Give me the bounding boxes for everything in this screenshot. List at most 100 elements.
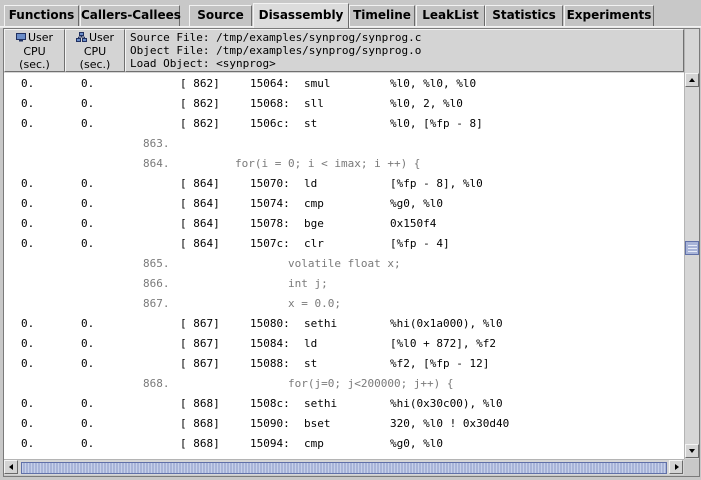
source-line-row[interactable]: 865. volatile float x; [4, 253, 684, 273]
disassembly-panel: User CPU (sec.) User CPU (sec.) Source F… [3, 28, 700, 477]
source-line-ref: [ 867] [180, 337, 220, 350]
opcode: bge [304, 217, 324, 230]
column-line3: (sec.) [79, 58, 111, 71]
disassembly-listing[interactable]: 0. 0. [ 862] 15064: smul %l0, %l0, %l0 0. 0. [ 8… [4, 73, 684, 459]
opcode: ld [304, 337, 318, 350]
operands: %f2, [%fp - 12] [390, 357, 490, 370]
opcode: sll [304, 97, 324, 110]
horizontal-scrollbar[interactable] [4, 459, 684, 475]
exclusive-cpu-value: 0. [21, 217, 35, 230]
inclusive-cpu-value: 0. [81, 177, 95, 190]
exclusive-cpu-value: 0. [21, 77, 35, 90]
opcode: smul [304, 77, 331, 90]
column-line1: User [88, 31, 115, 44]
exclusive-cpu-value: 0. [21, 357, 35, 370]
source-line-ref: [ 868] [180, 437, 220, 450]
column-header-exclusive-user-cpu[interactable]: User CPU (sec.) [4, 29, 65, 72]
instruction-row[interactable]: 0. 0. [ 868] 15094: cmp %g0, %l0 [4, 433, 684, 453]
source-line-row[interactable]: 863. [4, 133, 684, 153]
address: 15064: [250, 77, 290, 90]
address: 15090: [250, 417, 290, 430]
arrow-right-icon [675, 464, 679, 470]
inclusive-cpu-value: 0. [81, 317, 95, 330]
instruction-row[interactable]: 0. 0. [ 862] 1506c: st %l0, [%fp - 8] [4, 113, 684, 133]
source-code: volatile float x; [235, 257, 401, 270]
inclusive-cpu-value: 0. [81, 357, 95, 370]
arrow-up-icon [689, 78, 695, 82]
scroll-down-button[interactable] [685, 444, 699, 458]
source-line-ref: [ 864] [180, 237, 220, 250]
operands: 320, %l0 ! 0x30d40 [390, 417, 510, 430]
column-line1: User [27, 31, 54, 44]
tab-functions[interactable]: Functions [4, 5, 79, 26]
source-info-header[interactable]: Source File: /tmp/examples/synprog/synpr… [125, 29, 684, 72]
instruction-row[interactable]: 0. 0. [ 868] 15090: bset 320, %l0 ! 0x30d40 [4, 413, 684, 433]
instruction-row[interactable]: 0. 0. [ 868] 1508c: sethi %hi(0x30c00), %l0 [4, 393, 684, 413]
column-header-inclusive-user-cpu[interactable]: User CPU (sec.) [65, 29, 125, 72]
instruction-row[interactable]: 0. 0. [ 862] 15068: sll %l0, 2, %l0 [4, 93, 684, 113]
source-line-ref: [ 862] [180, 77, 220, 90]
source-line-row[interactable]: 867. x = 0.0; [4, 293, 684, 313]
source-line-row[interactable]: 864. for(i = 0; i < imax; i ++) { [4, 153, 684, 173]
instruction-row[interactable]: 0. 0. [ 867] 15084: ld [%l0 + 872], %f2 [4, 333, 684, 353]
vertical-scroll-thumb[interactable] [685, 241, 699, 255]
inclusive-cpu-value: 0. [81, 97, 95, 110]
tab-timeline[interactable]: Timeline [349, 5, 415, 26]
address: 1508c: [250, 397, 290, 410]
opcode: sethi [304, 317, 338, 330]
scroll-right-button[interactable] [669, 460, 683, 474]
scroll-up-button[interactable] [685, 73, 699, 87]
tab-source[interactable]: Source [189, 5, 252, 26]
source-line-number: 865. [143, 257, 170, 270]
tab-leaklist[interactable]: LeakList [416, 5, 485, 26]
address: 15080: [250, 317, 290, 330]
source-code: for(j=0; j<200000; j++) { [235, 377, 454, 390]
scroll-left-button[interactable] [4, 460, 18, 474]
exclusive-cpu-value: 0. [21, 97, 35, 110]
source-code: int j; [235, 277, 328, 290]
instruction-row[interactable]: 0. 0. [ 867] 15088: st %f2, [%fp - 12] [4, 353, 684, 373]
source-line-ref: [ 862] [180, 97, 220, 110]
source-line-ref: [ 868] [180, 397, 220, 410]
instruction-row[interactable]: 0. 0. [ 867] 15080: sethi %hi(0x1a000), %l0 [4, 313, 684, 333]
address: 15068: [250, 97, 290, 110]
address: 15088: [250, 357, 290, 370]
source-line-ref: [ 864] [180, 217, 220, 230]
arrow-down-icon [689, 449, 695, 453]
instruction-row[interactable]: 0. 0. [ 864] 15070: ld [%fp - 8], %l0 [4, 173, 684, 193]
source-line-ref: [ 862] [180, 117, 220, 130]
instruction-row[interactable]: 0. 0. [ 864] 15078: bge 0x150f4 [4, 213, 684, 233]
tab-statistics[interactable]: Statistics [485, 5, 563, 26]
operands: [%l0 + 872], %f2 [390, 337, 496, 350]
source-code: for(i = 0; i < imax; i ++) { [235, 157, 421, 170]
source-line-ref: [ 868] [180, 417, 220, 430]
operands: %l0, [%fp - 8] [390, 117, 483, 130]
instruction-row[interactable]: 0. 0. [ 862] 15064: smul %l0, %l0, %l0 [4, 73, 684, 93]
operands: 0x150f4 [390, 217, 437, 230]
horizontal-scroll-thumb[interactable] [21, 462, 667, 474]
tab-disassembly[interactable]: Disassembly [253, 3, 349, 28]
tab-bar: Functions Callers-Callees Source Disassembl… [0, 0, 701, 28]
instruction-row[interactable]: 0. 0. [ 864] 15074: cmp %g0, %l0 [4, 193, 684, 213]
vertical-scrollbar[interactable] [684, 29, 699, 459]
tab-callers-callees[interactable]: Callers-Callees [80, 5, 181, 26]
opcode: clr [304, 237, 324, 250]
source-line-row[interactable]: 866. int j; [4, 273, 684, 293]
source-file-label: Source File: /tmp/examples/synprog/synpr… [130, 31, 422, 44]
source-code: x = 0.0; [235, 297, 341, 310]
inclusive-cpu-value: 0. [81, 417, 95, 430]
operands: %l0, 2, %l0 [390, 97, 463, 110]
instruction-row[interactable]: 0. 0. [ 864] 1507c: clr [%fp - 4] [4, 233, 684, 253]
arrow-left-icon [9, 464, 13, 470]
opcode: bset [304, 417, 331, 430]
source-line-row[interactable]: 868. for(j=0; j<200000; j++) { [4, 373, 684, 393]
tab-experiments[interactable]: Experiments [564, 5, 654, 26]
operands: [%fp - 4] [390, 237, 450, 250]
operands: %g0, %l0 [390, 197, 443, 210]
source-line-ref: [ 867] [180, 357, 220, 370]
source-line-number: 867. [143, 297, 170, 310]
exclusive-cpu-value: 0. [21, 237, 35, 250]
address: 1506c: [250, 117, 290, 130]
source-line-ref: [ 864] [180, 197, 220, 210]
source-line-number: 868. [143, 377, 170, 390]
